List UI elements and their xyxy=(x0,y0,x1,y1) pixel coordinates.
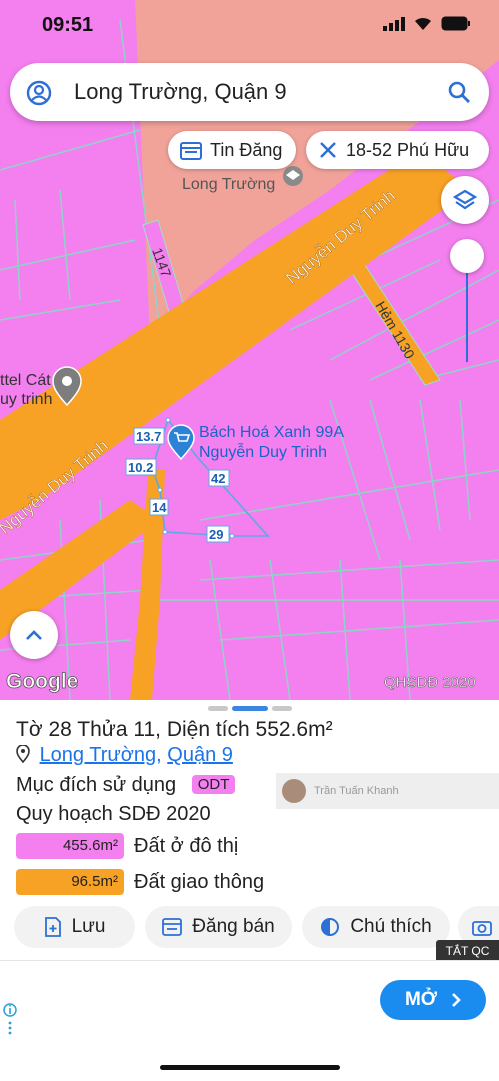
dim-label-5: 29 xyxy=(206,525,230,543)
ruler-pencil-icon xyxy=(320,142,336,158)
sheet-handle-left[interactable] xyxy=(208,706,228,711)
sheet-handle-right[interactable] xyxy=(272,706,292,711)
post-sale-label: Đăng bán xyxy=(192,916,275,937)
parcel-location: Long Trường, Quận 9 xyxy=(16,744,233,767)
svg-text:13.7: 13.7 xyxy=(136,429,161,444)
purpose-code-badge: ODT xyxy=(191,775,236,794)
svg-text:29: 29 xyxy=(209,527,223,542)
battery-icon xyxy=(441,16,470,31)
svg-text:42: 42 xyxy=(211,471,225,486)
post-sale-button[interactable]: Đăng bán xyxy=(145,906,292,948)
district-link[interactable]: Quận 9 xyxy=(167,744,233,766)
hide-ad-button[interactable]: TẮT QC xyxy=(436,940,499,962)
poi-left-label-1: ttel Cát xyxy=(0,372,51,389)
chip-location-label: 18-52 Phú Hữu xyxy=(346,139,470,160)
contrast-icon xyxy=(321,918,340,936)
status-bar: 09:51 xyxy=(0,0,499,52)
watermark: Trần Tuấn Khanh xyxy=(276,773,499,809)
save-label: Lưu xyxy=(71,916,106,937)
dim-label-3: 14 xyxy=(149,498,169,516)
dim-label-2: 10.2 xyxy=(125,458,157,476)
dim-label-1: 13.7 xyxy=(133,427,165,445)
plan-label: Quy hoạch SDĐ 2020 xyxy=(16,803,211,825)
sheet-handle-active[interactable] xyxy=(232,706,268,711)
legend-button[interactable]: Chú thích xyxy=(302,906,450,948)
ad-banner: MỞ xyxy=(0,960,499,1081)
opacity-slider-handle[interactable] xyxy=(450,239,484,273)
search-query[interactable]: Long Trường, Quận 9 xyxy=(74,79,287,105)
ad-open-button[interactable]: MỞ xyxy=(380,980,486,1020)
parcel-area-label: , Diện tích xyxy=(155,718,256,741)
purpose-label: Mục đích sử dụng xyxy=(16,774,177,796)
calendar-icon xyxy=(180,142,202,160)
svg-text:14: 14 xyxy=(152,500,167,515)
svg-text:10.2: 10.2 xyxy=(128,460,153,475)
poi-label-top: Long Trường xyxy=(182,176,275,193)
wifi-icon xyxy=(415,17,431,30)
ward-link[interactable]: Long Trường xyxy=(40,744,157,766)
parcel-area-value: 552.6m² xyxy=(255,718,333,741)
parcel-thua-label: Thửa xyxy=(71,718,134,741)
chevron-up-icon xyxy=(26,630,42,640)
store-label-1: Bách Hoá Xanh 99A xyxy=(199,424,344,441)
location-pin-icon xyxy=(16,744,30,764)
land-use-label-1: Đất ở đô thị xyxy=(134,835,239,857)
land-use-area-1: 455.6m² xyxy=(16,833,124,859)
save-button[interactable]: Lưu xyxy=(14,906,135,948)
watermark-text: Trần Tuấn Khanh xyxy=(314,785,399,797)
purpose-row: Mục đích sử dụng ODT xyxy=(16,774,236,797)
legend-label: Chú thích xyxy=(350,916,432,937)
chip-listings-label: Tin Đăng xyxy=(210,139,283,160)
poi-school-icon[interactable] xyxy=(283,166,303,186)
plan-year-tag: QHSDĐ 2020 xyxy=(384,674,476,691)
account-icon[interactable] xyxy=(26,80,52,106)
ad-info-icon[interactable] xyxy=(3,1001,17,1035)
parcel-sheet-number: 28 xyxy=(48,718,72,741)
calendar-list-icon xyxy=(162,918,183,936)
land-use-label-2: Đất giao thông xyxy=(134,871,265,893)
chevron-right-icon xyxy=(452,993,461,1007)
status-time: 09:51 xyxy=(42,14,94,36)
poi-left-label-2: uy trinh xyxy=(0,391,52,408)
camera-add-icon xyxy=(472,921,492,936)
add-file-icon xyxy=(44,917,61,937)
dim-label-4: 42 xyxy=(208,469,230,487)
ad-open-label: MỞ xyxy=(404,989,438,1010)
google-logo: Google xyxy=(6,670,78,693)
layers-button[interactable] xyxy=(441,176,489,224)
search-bar[interactable]: Long Trường, Quận 9 xyxy=(10,63,489,121)
search-icon[interactable] xyxy=(447,80,471,104)
chip-location[interactable]: 18-52 Phú Hữu xyxy=(306,131,489,169)
watermark-avatar xyxy=(282,779,306,803)
expand-up-button[interactable] xyxy=(10,611,58,659)
signal-icon xyxy=(383,16,405,31)
layers-icon xyxy=(453,189,477,210)
parcel-to-label: Tờ xyxy=(16,718,49,741)
land-use-area-2: 96.5m² xyxy=(16,869,124,895)
parcel-title: Tờ 28 Thửa 11, Diện tích 552.6m² xyxy=(16,718,333,742)
store-label-2: Nguyễn Duy Trinh xyxy=(199,442,327,461)
home-indicator xyxy=(160,1065,340,1070)
parcel-lot-number: 11 xyxy=(133,718,156,741)
chip-listings[interactable]: Tin Đăng xyxy=(168,131,296,169)
